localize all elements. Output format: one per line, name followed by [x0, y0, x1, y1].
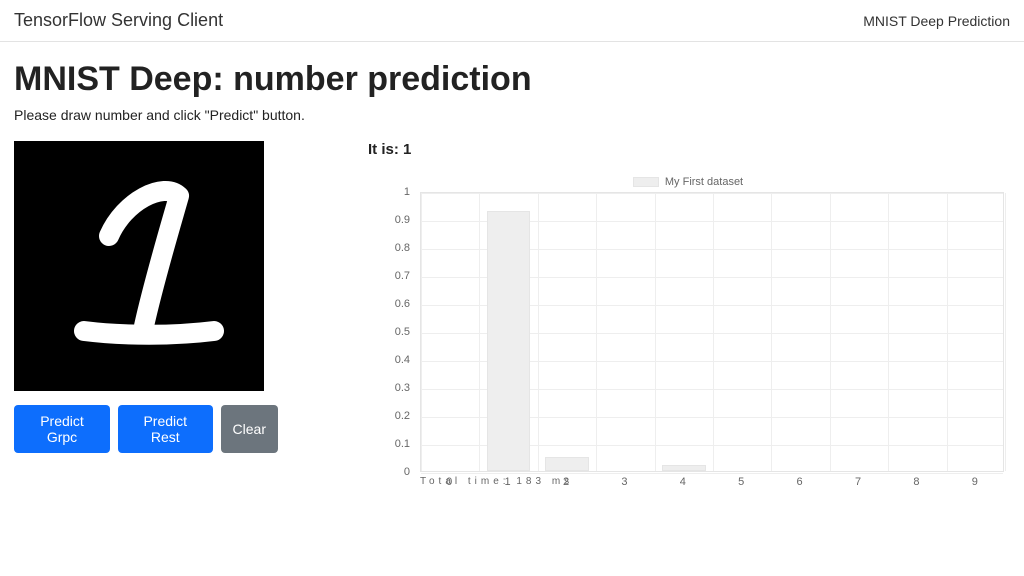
content-row: Predict Grpc Predict Rest Clear It is: 1…	[14, 141, 1010, 496]
prediction-result: It is: 1	[368, 141, 1010, 158]
page-content: MNIST Deep: number prediction Please dra…	[0, 42, 1024, 496]
y-tick-label: 0.2	[395, 410, 410, 422]
gridline-h	[421, 193, 1003, 194]
page-title: MNIST Deep: number prediction	[14, 60, 1010, 99]
y-tick-label: 0	[404, 466, 410, 478]
clear-button[interactable]: Clear	[221, 405, 278, 453]
brand-link[interactable]: TensorFlow Serving Client	[14, 10, 223, 31]
gridline-v	[947, 193, 948, 471]
predict-grpc-button[interactable]: Predict Grpc	[14, 405, 110, 453]
result-prefix: It is:	[368, 141, 403, 158]
legend-swatch-icon	[633, 177, 659, 187]
page-subtitle: Please draw number and click "Predict" b…	[14, 107, 1010, 123]
y-axis: 00.10.20.30.40.50.60.70.80.91	[368, 192, 416, 472]
gridline-v	[538, 193, 539, 471]
x-tick-label: 2	[563, 476, 569, 488]
x-tick-label: 6	[797, 476, 803, 488]
y-tick-label: 1	[404, 186, 410, 198]
drawing-canvas[interactable]	[14, 141, 264, 391]
y-tick-label: 0.3	[395, 382, 410, 394]
gridline-v	[479, 193, 480, 471]
chart-bar	[487, 211, 531, 471]
x-tick-label: 0	[446, 476, 452, 488]
y-tick-label: 0.8	[395, 242, 410, 254]
x-tick-label: 3	[621, 476, 627, 488]
button-row: Predict Grpc Predict Rest Clear	[14, 405, 278, 453]
x-tick-label: 9	[972, 476, 978, 488]
y-tick-label: 0.4	[395, 354, 410, 366]
nav-link-mnist-deep[interactable]: MNIST Deep Prediction	[863, 13, 1010, 29]
chart-bar	[545, 457, 589, 471]
y-tick-label: 0.5	[395, 326, 410, 338]
left-column: Predict Grpc Predict Rest Clear	[14, 141, 278, 496]
right-column: It is: 1 My First dataset 0 0.1 0.2 0.3 0.4 0…	[368, 141, 1010, 496]
gridline-v	[596, 193, 597, 471]
gridline-v	[421, 193, 422, 471]
gridline-v	[888, 193, 889, 471]
y-tick-label: 0.9	[395, 214, 410, 226]
probability-chart: My First dataset 0 0.1 0.2 0.3 0.4 0.5 0.6 0.7 0…	[368, 176, 1008, 496]
y-tick-label: 0.6	[395, 298, 410, 310]
drawn-digit-path	[14, 141, 264, 391]
y-tick-label: 0.1	[395, 438, 410, 450]
gridline-v	[655, 193, 656, 471]
result-value: 1	[403, 141, 411, 158]
x-tick-label: 5	[738, 476, 744, 488]
chart-grid	[420, 192, 1004, 472]
navbar: TensorFlow Serving Client MNIST Deep Pre…	[0, 0, 1024, 42]
x-tick-label: 1	[505, 476, 511, 488]
x-tick-label: 7	[855, 476, 861, 488]
gridline-v	[1005, 193, 1006, 471]
x-tick-label: 8	[913, 476, 919, 488]
y-tick-label: 0.7	[395, 270, 410, 282]
gridline-v	[830, 193, 831, 471]
x-tick-label: 4	[680, 476, 686, 488]
x-axis: 0 1 2 3 4 5 6 7 8 9	[420, 476, 1004, 492]
gridline-v	[771, 193, 772, 471]
chart-plot-area: 00.10.20.30.40.50.60.70.80.91 0123456789	[368, 192, 1008, 472]
gridline-h	[421, 473, 1003, 474]
gridline-v	[713, 193, 714, 471]
chart-bar	[662, 465, 706, 471]
legend-label: My First dataset	[665, 176, 743, 188]
predict-rest-button[interactable]: Predict Rest	[118, 405, 213, 453]
chart-legend: My First dataset	[368, 176, 1008, 188]
